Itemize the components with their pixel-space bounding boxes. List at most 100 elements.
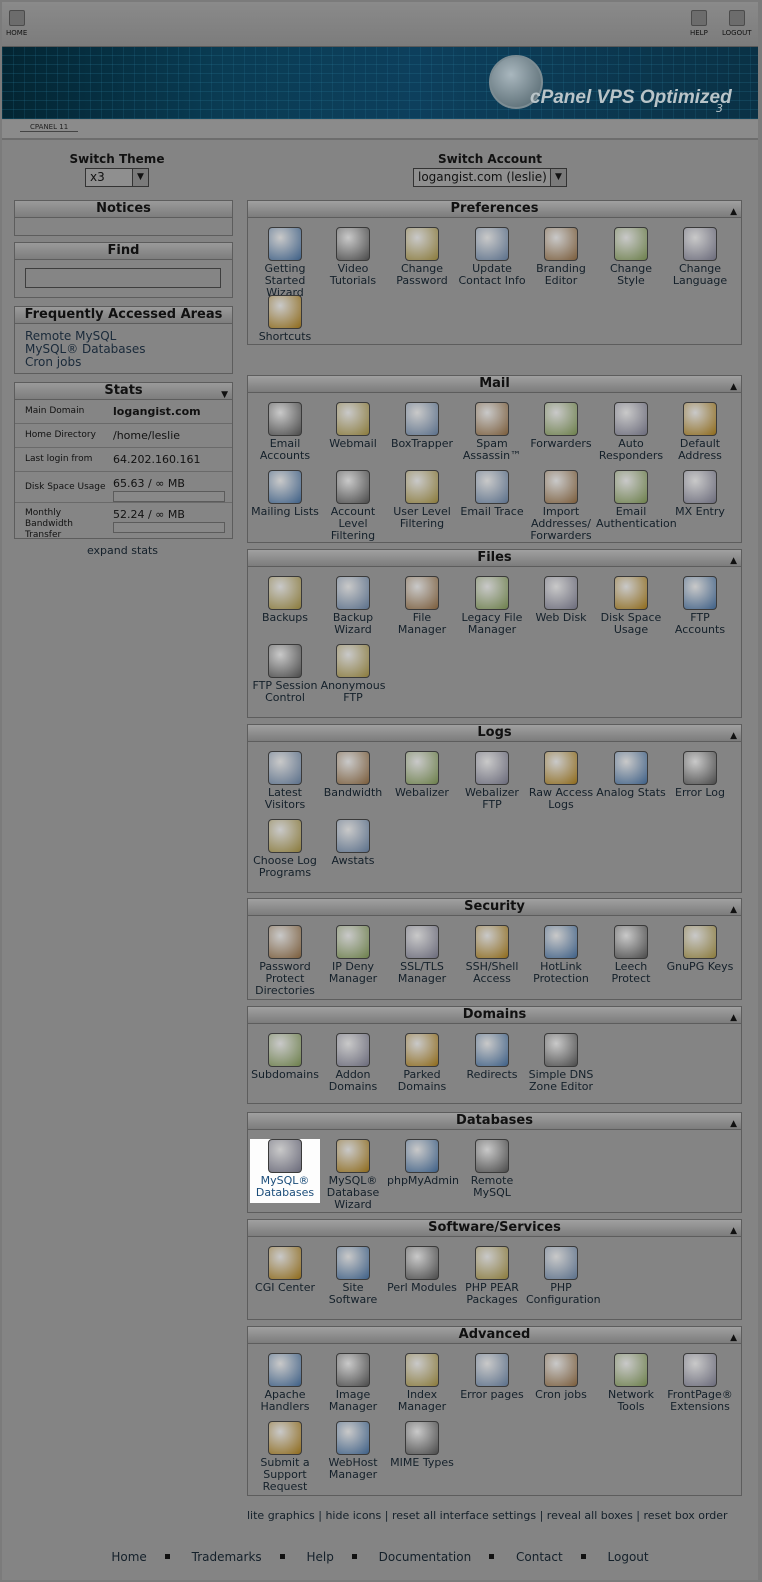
shortcut-mx-entry[interactable]: MX Entry (665, 470, 735, 518)
shortcut-cron-jobs[interactable]: Cron jobs (526, 1353, 596, 1401)
collapse-triangle-icon[interactable]: ▲ (730, 1223, 737, 1239)
shortcut-default-address[interactable]: Default Address (665, 402, 735, 462)
account-select[interactable]: logangist.com (leslie) ▼ (413, 168, 567, 187)
collapse-triangle-icon[interactable]: ▲ (730, 902, 737, 918)
shortcut-ftp-session-control[interactable]: FTP Session Control (250, 644, 320, 704)
home-button[interactable]: HOME (6, 10, 27, 37)
shortcut-php-configuration[interactable]: PHP Configuration (526, 1246, 601, 1306)
expand-stats-link[interactable]: expand stats (14, 544, 231, 557)
shortcut-latest-visitors[interactable]: Latest Visitors (250, 751, 320, 811)
shortcut-mime-types[interactable]: MIME Types (387, 1421, 457, 1469)
shortcut-webalizer-ftp[interactable]: Webalizer FTP (457, 751, 527, 811)
shortcut-index-manager[interactable]: Index Manager (387, 1353, 457, 1413)
shortcut-analog-stats[interactable]: Analog Stats (596, 751, 666, 799)
shortcut-getting-started-wizard[interactable]: Getting Started Wizard (250, 227, 320, 299)
footer-link[interactable]: reveal all boxes (547, 1509, 633, 1522)
shortcut-awstats[interactable]: Awstats (318, 819, 388, 867)
shortcut-change-style[interactable]: Change Style (596, 227, 666, 287)
bottom-nav-logout[interactable]: Logout (608, 1550, 649, 1564)
shortcut-change-password[interactable]: Change Password (387, 227, 457, 287)
shortcut-email-authentication[interactable]: Email Authentication (596, 470, 677, 530)
panel-header[interactable]: Logs ▲ (248, 725, 741, 742)
shortcut-raw-access-logs[interactable]: Raw Access Logs (526, 751, 596, 811)
collapse-triangle-icon[interactable]: ▲ (730, 1330, 737, 1346)
footer-link[interactable]: reset all interface settings (392, 1509, 536, 1522)
find-input[interactable] (25, 268, 221, 288)
shortcut-error-pages[interactable]: Error pages (457, 1353, 527, 1401)
shortcut-user-level-filtering[interactable]: User Level Filtering (387, 470, 457, 530)
shortcut-remote-mysql[interactable]: Remote MySQL (457, 1139, 527, 1199)
shortcut-hotlink-protection[interactable]: HotLink Protection (526, 925, 596, 985)
shortcut-password-protect-directories[interactable]: Password Protect Directories (250, 925, 320, 997)
shortcut-gnupg-keys[interactable]: GnuPG Keys (665, 925, 735, 973)
shortcut-anonymous-ftp[interactable]: Anonymous FTP (318, 644, 388, 704)
shortcut-webalizer[interactable]: Webalizer (387, 751, 457, 799)
panel-header[interactable]: Databases ▲ (248, 1113, 741, 1130)
shortcut-forwarders[interactable]: Forwarders (526, 402, 596, 450)
shortcut-auto-responders[interactable]: Auto Responders (596, 402, 666, 462)
shortcut-file-manager[interactable]: File Manager (387, 576, 457, 636)
shortcut-ssh-shell-access[interactable]: SSH/Shell Access (457, 925, 527, 985)
shortcut-php-pear-packages[interactable]: PHP PEAR Packages (457, 1246, 527, 1306)
footer-link[interactable]: lite graphics (247, 1509, 315, 1522)
shortcut-bandwidth[interactable]: Bandwidth (318, 751, 388, 799)
shortcut-backups[interactable]: Backups (250, 576, 320, 624)
bottom-nav-contact[interactable]: Contact (516, 1550, 563, 1564)
shortcut-video-tutorials[interactable]: Video Tutorials (318, 227, 388, 287)
shortcut-simple-dns-zone-editor[interactable]: Simple DNS Zone Editor (526, 1033, 596, 1093)
collapse-triangle-icon[interactable]: ▲ (730, 1116, 737, 1132)
shortcut-frontpage-extensions[interactable]: FrontPage® Extensions (665, 1353, 735, 1413)
shortcut-boxtrapper[interactable]: BoxTrapper (387, 402, 457, 450)
shortcut-legacy-file-manager[interactable]: Legacy File Manager (457, 576, 527, 636)
shortcut-change-language[interactable]: Change Language (665, 227, 735, 287)
shortcut-account-level-filtering[interactable]: Account Level Filtering (318, 470, 388, 542)
panel-header[interactable]: Preferences ▲ (248, 201, 741, 218)
bottom-nav-help[interactable]: Help (306, 1550, 333, 1564)
shortcut-shortcuts[interactable]: Shortcuts (250, 295, 320, 343)
footer-link[interactable]: reset box order (644, 1509, 728, 1522)
bottom-nav-trademarks[interactable]: Trademarks (192, 1550, 262, 1564)
collapse-triangle-icon[interactable]: ▲ (730, 1010, 737, 1026)
shortcut-submit-a-support-request[interactable]: Submit a Support Request (250, 1421, 320, 1493)
shortcut-backup-wizard[interactable]: Backup Wizard (318, 576, 388, 636)
logout-button[interactable]: LOGOUT (722, 10, 752, 37)
shortcut-redirects[interactable]: Redirects (457, 1033, 527, 1081)
shortcut-cgi-center[interactable]: CGI Center (250, 1246, 320, 1294)
bottom-nav-documentation[interactable]: Documentation (379, 1550, 472, 1564)
shortcut-addon-domains[interactable]: Addon Domains (318, 1033, 388, 1093)
shortcut-subdomains[interactable]: Subdomains (250, 1033, 320, 1081)
panel-header[interactable]: Security ▲ (248, 899, 741, 916)
panel-header[interactable]: Domains ▲ (248, 1007, 741, 1024)
shortcut-ftp-accounts[interactable]: FTP Accounts (665, 576, 735, 636)
panel-header[interactable]: Mail ▲ (248, 376, 741, 393)
shortcut-update-contact-info[interactable]: Update Contact Info (457, 227, 527, 287)
help-button[interactable]: HELP (690, 10, 708, 37)
shortcut-webhost-manager[interactable]: WebHost Manager (318, 1421, 388, 1481)
footer-link[interactable]: hide icons (325, 1509, 381, 1522)
shortcut-leech-protect[interactable]: Leech Protect (596, 925, 666, 985)
faa-link-cron-jobs[interactable]: Cron jobs (25, 356, 232, 369)
shortcut-image-manager[interactable]: Image Manager (318, 1353, 388, 1413)
collapse-triangle-icon[interactable]: ▲ (730, 728, 737, 744)
shortcut-choose-log-programs[interactable]: Choose Log Programs (250, 819, 320, 879)
shortcut-mysql-databases[interactable]: MySQL® Databases (250, 1139, 320, 1203)
collapse-triangle-icon[interactable]: ▲ (730, 204, 737, 220)
bottom-nav-home[interactable]: Home (111, 1550, 146, 1564)
panel-header[interactable]: Advanced ▲ (248, 1327, 741, 1344)
shortcut-disk-space-usage[interactable]: Disk Space Usage (596, 576, 666, 636)
shortcut-error-log[interactable]: Error Log (665, 751, 735, 799)
shortcut-web-disk[interactable]: Web Disk (526, 576, 596, 624)
shortcut-branding-editor[interactable]: Branding Editor (526, 227, 596, 287)
collapse-triangle-icon[interactable]: ▲ (730, 379, 737, 395)
shortcut-apache-handlers[interactable]: Apache Handlers (250, 1353, 320, 1413)
shortcut-webmail[interactable]: Webmail (318, 402, 388, 450)
shortcut-mysql-database-wizard[interactable]: MySQL® Database Wizard (318, 1139, 388, 1211)
cpanel-tab[interactable]: CPANEL 11 (20, 123, 79, 132)
shortcut-mailing-lists[interactable]: Mailing Lists (250, 470, 320, 518)
theme-select[interactable]: x3 ▼ (85, 168, 149, 187)
stats-header[interactable]: Stats ▼ (15, 383, 232, 400)
shortcut-email-trace[interactable]: Email Trace (457, 470, 527, 518)
shortcut-spam-assassin[interactable]: Spam Assassin™ (457, 402, 527, 462)
shortcut-ssl-tls-manager[interactable]: SSL/TLS Manager (387, 925, 457, 985)
shortcut-ip-deny-manager[interactable]: IP Deny Manager (318, 925, 388, 985)
